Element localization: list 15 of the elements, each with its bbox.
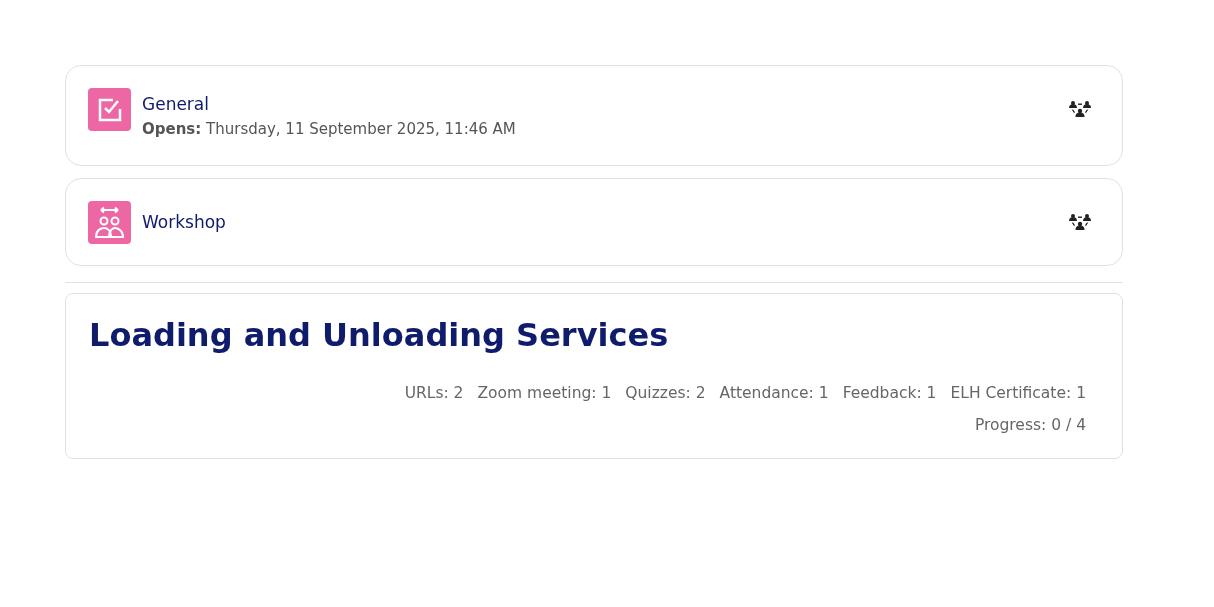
progress-text: Progress: 0 / 4 <box>974 416 1086 434</box>
people-icon <box>88 200 131 244</box>
activity-count: Feedback: 1 <box>842 384 937 402</box>
section-title[interactable]: Loading and Unloading Services <box>89 316 1086 354</box>
group-mode-icon[interactable] <box>1068 100 1092 118</box>
activity-dates: Opens: Thursday, 11 September 2025, 11:46 AM <box>142 119 517 138</box>
group-mode-icon[interactable] <box>1068 213 1092 231</box>
activity-count: ELH Certificate: 1 <box>950 384 1086 402</box>
activity-count: Zoom meeting: 1 <box>477 384 612 402</box>
activity-link[interactable]: General <box>142 93 1068 114</box>
activity-count: Attendance: 1 <box>719 384 829 402</box>
activity-count: URLs: 2 <box>404 384 464 402</box>
checkbox-icon <box>88 88 131 131</box>
activity-count: Quizzes: 2 <box>625 384 706 402</box>
activity-link[interactable]: Workshop <box>142 212 1068 232</box>
